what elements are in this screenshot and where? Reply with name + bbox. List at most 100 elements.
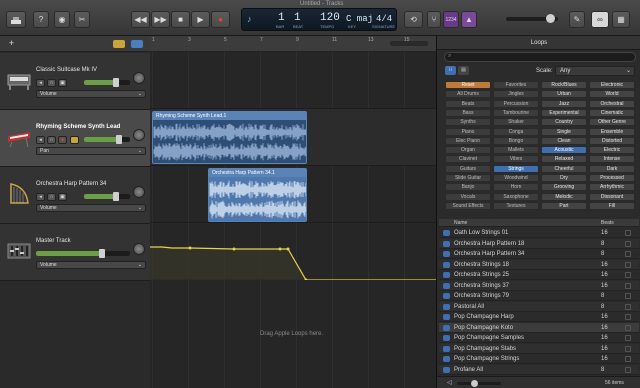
- track-lane[interactable]: [150, 52, 436, 109]
- track-header[interactable]: Master Track Volume ⌄: [0, 224, 150, 281]
- headphones-button[interactable]: ∩: [47, 193, 56, 201]
- loop-list-item[interactable]: Orchestra Strings 18 16: [439, 259, 639, 270]
- button-view-button[interactable]: ⁝⁝: [445, 66, 456, 75]
- metronome-button[interactable]: ▲: [461, 11, 477, 28]
- keyword-button[interactable]: Jazz: [541, 99, 587, 108]
- column-view-button[interactable]: ▤: [458, 66, 469, 75]
- keyword-button[interactable]: Strings: [493, 164, 539, 173]
- favorite-checkbox[interactable]: [625, 356, 631, 362]
- keyword-button[interactable]: Clavinet: [445, 155, 491, 164]
- keyword-button[interactable]: Conga: [493, 127, 539, 136]
- timeline-ruler[interactable]: 1357911131517: [150, 36, 446, 52]
- keyword-button[interactable]: Rock/Blues: [541, 81, 587, 89]
- favorite-checkbox[interactable]: [625, 282, 631, 289]
- rewind-button[interactable]: ◀◀: [131, 11, 150, 28]
- headphones-button[interactable]: ∩: [47, 136, 56, 144]
- keyword-button[interactable]: Mallets: [493, 146, 539, 155]
- loop-list-item[interactable]: Profane All 8: [439, 364, 639, 375]
- loop-list-item[interactable]: Pop Champagne Harp 16: [439, 312, 639, 322]
- tuner-button[interactable]: ⑂: [427, 11, 441, 28]
- record-button[interactable]: ●: [211, 11, 230, 28]
- favorite-checkbox[interactable]: [625, 345, 631, 352]
- track-volume-fader[interactable]: [84, 192, 130, 201]
- notepad-button[interactable]: ✎: [569, 11, 585, 28]
- keyword-button[interactable]: Country: [541, 118, 587, 127]
- name-column-header[interactable]: Name: [454, 220, 467, 226]
- favorite-checkbox[interactable]: [625, 251, 631, 257]
- favorite-checkbox[interactable]: [625, 240, 631, 247]
- region-harp-pattern[interactable]: Orchestra Harp Pattern 34.1: [208, 168, 307, 222]
- keyword-button[interactable]: Orchestral: [589, 99, 635, 108]
- keyword-button[interactable]: Vibes: [493, 155, 539, 164]
- arrange-area[interactable]: Rhyming Scheme Synth Lead.1 Orchestra Ha…: [150, 52, 441, 388]
- track-header[interactable]: Orchestra Harp Pattern 34 ◂ ∩ ▣ Volume ⌄: [0, 167, 150, 224]
- keyword-button[interactable]: Melodic: [541, 192, 587, 201]
- beats-column-header[interactable]: Beats: [601, 220, 614, 226]
- media-browser-button[interactable]: ▦: [612, 11, 630, 28]
- count-in-button[interactable]: 1234: [443, 11, 459, 28]
- keyword-button[interactable]: Distorted: [589, 136, 635, 145]
- keyword-button[interactable]: Bongo: [493, 136, 539, 145]
- record-enable-button[interactable]: ●: [58, 136, 67, 144]
- keyword-button[interactable]: Relaxed: [541, 155, 587, 164]
- loop-list-item[interactable]: Pop Champagne Stabs 16: [439, 343, 639, 354]
- track-volume-fader[interactable]: [36, 249, 130, 258]
- keyword-button[interactable]: Piano: [445, 127, 491, 136]
- favorite-checkbox[interactable]: [625, 293, 631, 299]
- keyword-button[interactable]: Intense: [589, 155, 635, 164]
- favorite-checkbox[interactable]: [625, 230, 631, 236]
- stop-button[interactable]: ■: [171, 11, 190, 28]
- fader-knob[interactable]: [113, 78, 120, 87]
- loop-list-item[interactable]: Pop Champagne Strings 16: [439, 354, 639, 364]
- scale-select[interactable]: Any ⌄: [555, 66, 635, 76]
- loop-list-item[interactable]: Orchestra Harp Pattern 34 8: [439, 249, 639, 259]
- pan-knob[interactable]: [133, 129, 145, 141]
- fast-forward-button[interactable]: ▶▶: [151, 11, 170, 28]
- keyword-button[interactable]: Clean: [541, 136, 587, 145]
- keyword-button[interactable]: Bass: [445, 108, 491, 117]
- region-synth-lead[interactable]: Rhyming Scheme Synth Lead.1: [152, 111, 307, 164]
- input-monitor-button[interactable]: [70, 136, 79, 144]
- catch-playhead-button[interactable]: [113, 40, 125, 48]
- keyword-button[interactable]: Cheerful: [541, 164, 587, 173]
- automation-select[interactable]: Volume ⌄: [36, 261, 146, 269]
- keyword-button[interactable]: Dry: [541, 174, 587, 182]
- keyword-button[interactable]: Ensemble: [589, 127, 635, 136]
- keyword-button[interactable]: All Drums: [445, 90, 491, 99]
- loop-list-item[interactable]: Pop Champagne Koto 16: [439, 322, 639, 333]
- keyword-button[interactable]: Textures: [493, 201, 539, 210]
- keyword-button[interactable]: Cinematic: [589, 108, 635, 117]
- keyword-button[interactable]: Single: [541, 127, 587, 136]
- help-button[interactable]: ?: [33, 11, 49, 28]
- keyword-button[interactable]: Tambourine: [493, 108, 539, 117]
- master-volume-automation[interactable]: [150, 223, 436, 280]
- keyword-button[interactable]: Processed: [589, 174, 635, 182]
- favorite-checkbox[interactable]: [625, 303, 631, 310]
- keyword-button[interactable]: Arrhythmic: [589, 183, 635, 192]
- keyword-button[interactable]: Dark: [589, 164, 635, 173]
- keyword-button[interactable]: Synths: [445, 118, 491, 127]
- keyword-button[interactable]: World: [589, 90, 635, 99]
- keyword-button[interactable]: Beats: [445, 99, 491, 108]
- preview-volume-slider[interactable]: [457, 380, 501, 387]
- keyword-button[interactable]: Saxophone: [493, 192, 539, 201]
- loop-list-item[interactable]: Orchestra Strings 79 8: [439, 291, 639, 301]
- preview-volume-knob[interactable]: [471, 380, 478, 387]
- keyword-button[interactable]: Slide Guitar: [445, 174, 491, 182]
- mute-button[interactable]: ◂: [36, 79, 45, 87]
- favorite-checkbox[interactable]: [625, 324, 631, 331]
- keyword-button[interactable]: Horn: [493, 183, 539, 192]
- master-volume-knob[interactable]: [546, 14, 555, 23]
- keyword-button[interactable]: Shaker: [493, 118, 539, 127]
- keyword-button[interactable]: Dissonant: [589, 192, 635, 201]
- keyword-button[interactable]: Reset: [445, 81, 491, 89]
- keyword-button[interactable]: Other Genre: [589, 118, 635, 127]
- loop-list-item[interactable]: Oath Low Strings 01 16: [439, 228, 639, 238]
- loop-list-item[interactable]: Orchestra Strings 25 16: [439, 270, 639, 280]
- pan-knob[interactable]: [133, 72, 145, 84]
- keyword-button[interactable]: Favorites: [493, 81, 539, 89]
- pan-knob[interactable]: [133, 243, 145, 255]
- keyword-button[interactable]: Grooving: [541, 183, 587, 192]
- favorite-checkbox[interactable]: [625, 272, 631, 278]
- keyword-button[interactable]: Part: [541, 201, 587, 210]
